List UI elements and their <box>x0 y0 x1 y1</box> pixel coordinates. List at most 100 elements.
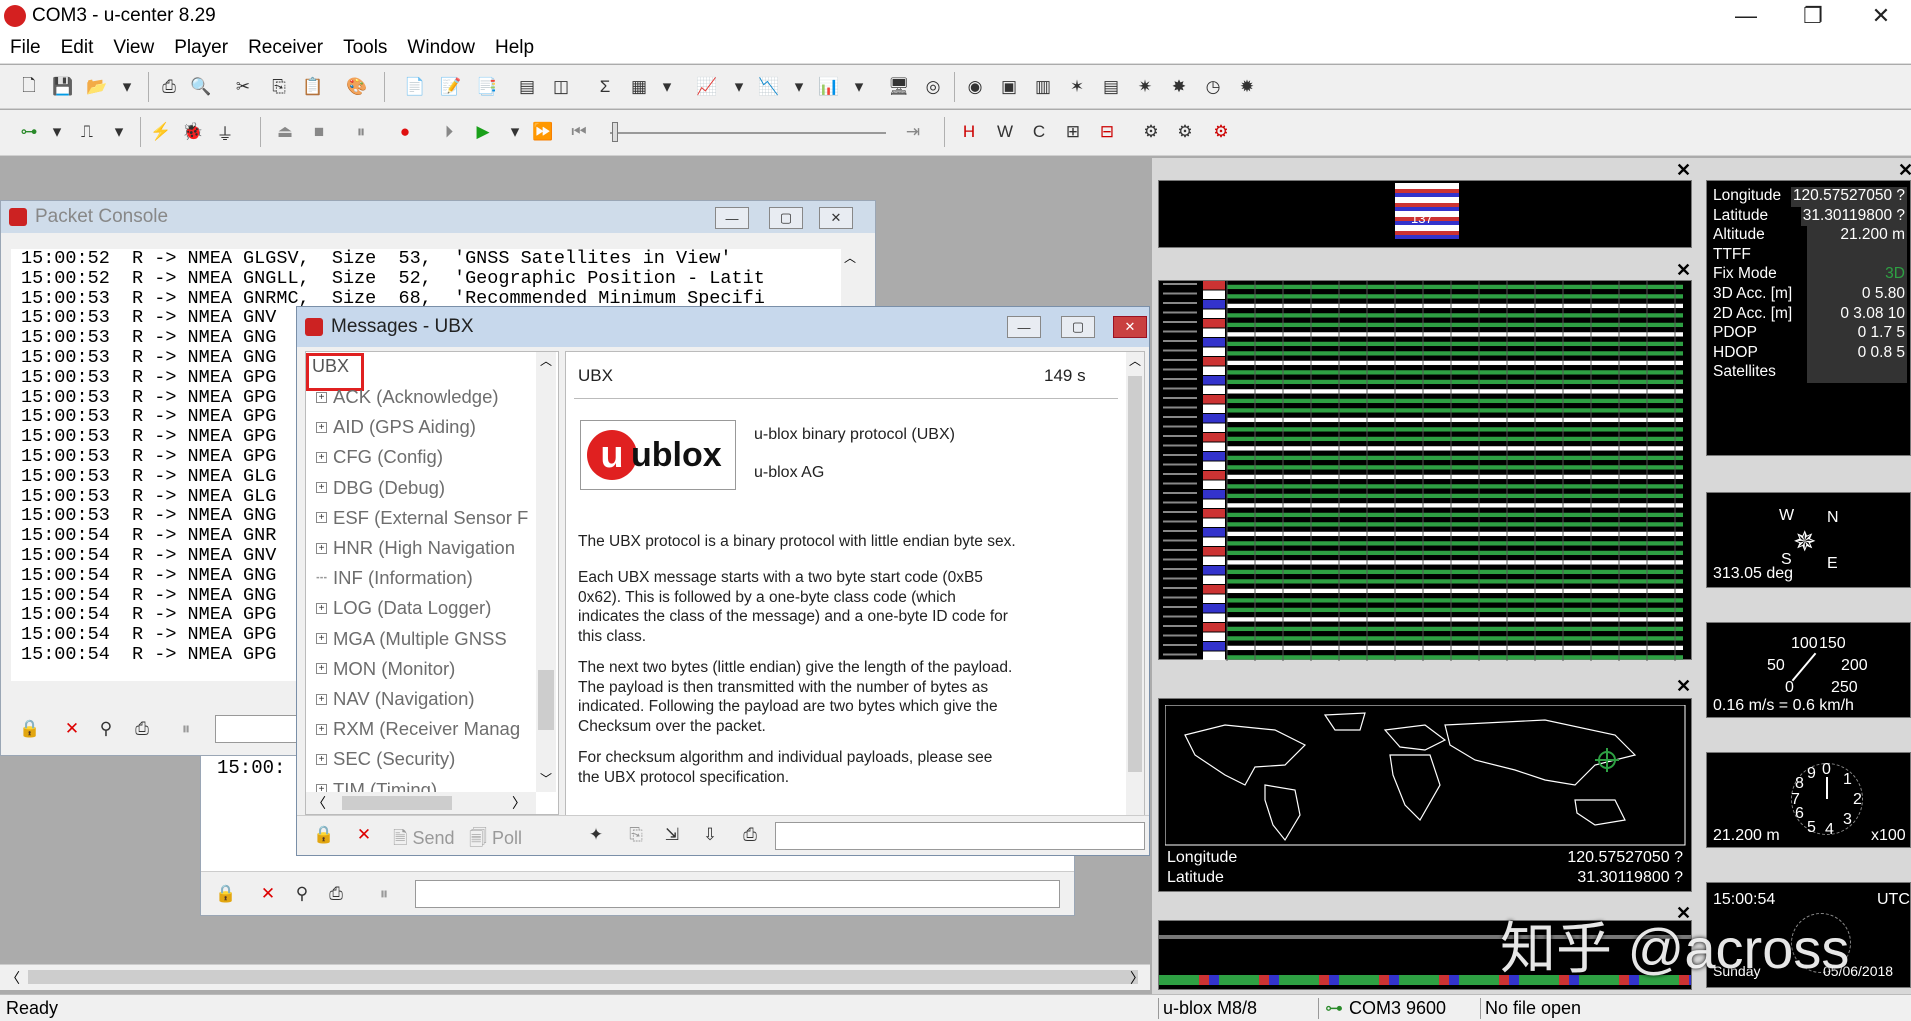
view-8-icon[interactable]: ◷ <box>1200 74 1226 100</box>
eject-icon[interactable]: ⏏ <box>272 119 298 145</box>
print-icon[interactable]: ⎙ <box>156 74 182 100</box>
minimize-button[interactable]: — <box>715 207 749 229</box>
chevron-down-icon[interactable]: ▾ <box>502 119 528 145</box>
tree-item[interactable]: + NAV (Navigation) <box>306 684 556 714</box>
clear-icon[interactable]: ✕ <box>59 716 85 742</box>
colors-icon[interactable]: 🎨 <box>344 74 370 100</box>
tree-hscrollbar[interactable]: 〈 〉 <box>306 792 536 814</box>
view-2-icon[interactable]: ▣ <box>996 74 1022 100</box>
chevron-down-icon[interactable]: ▾ <box>114 74 140 100</box>
expand-icon[interactable]: + <box>316 452 327 463</box>
lock-icon[interactable]: 🔒 <box>311 822 337 848</box>
view-5-icon[interactable]: ▤ <box>1098 74 1124 100</box>
mdi-hscrollbar[interactable]: 〈 〉 <box>0 964 1150 990</box>
minimize-button[interactable]: — <box>1716 0 1776 32</box>
minimize-button[interactable]: — <box>1007 316 1041 338</box>
view-3-icon[interactable]: ▥ <box>1030 74 1056 100</box>
menu-edit[interactable]: Edit <box>51 37 104 59</box>
expand-icon[interactable]: + <box>316 754 327 766</box>
doc-list-icon[interactable]: 📑 <box>474 74 500 100</box>
expand-icon[interactable]: + <box>316 421 327 433</box>
chevron-down-icon[interactable]: ▾ <box>44 119 70 145</box>
import-icon[interactable]: ⇲ <box>659 822 685 848</box>
tree-item[interactable]: + LOG (Data Logger) <box>306 593 556 623</box>
pause-icon[interactable]: ⏸ <box>173 716 199 742</box>
filter-icon[interactable]: ⚲ <box>289 881 315 907</box>
window-split-icon[interactable]: ▤ <box>514 74 540 100</box>
gear-icon[interactable]: ⚙ <box>1138 119 1164 145</box>
tree-vscrollbar[interactable]: ︿ ﹀ <box>536 352 556 792</box>
save-icon[interactable]: 💾 <box>50 74 76 100</box>
step-icon[interactable]: ⏵ <box>436 119 462 145</box>
tree-item[interactable]: + RXM (Receiver Manag <box>306 714 556 744</box>
close-icon[interactable]: ✕ <box>1676 160 1691 181</box>
filter-icon[interactable]: ⚲ <box>93 716 119 742</box>
baudrate-icon[interactable]: ⎍ <box>74 119 100 145</box>
tree-item[interactable]: + MGA (Multiple GNSS <box>306 624 556 654</box>
connection-icon[interactable]: ⊶ <box>16 119 42 145</box>
menu-player[interactable]: Player <box>164 37 238 59</box>
gear-save-icon[interactable]: ⚙ <box>1172 119 1198 145</box>
menu-view[interactable]: View <box>103 37 164 59</box>
playback-slider[interactable] <box>610 132 886 134</box>
hot-start-icon[interactable]: H <box>956 119 982 145</box>
menu-receiver[interactable]: Receiver <box>238 37 333 59</box>
chevron-down-icon[interactable]: ▾ <box>846 74 872 100</box>
expand-icon[interactable]: + <box>316 482 327 494</box>
tree-item[interactable]: + HNR (High Navigation <box>306 533 556 563</box>
copy-icon[interactable]: ⎘ <box>266 74 292 100</box>
close-button[interactable]: ✕ <box>1113 316 1147 338</box>
expand-icon[interactable]: + <box>316 663 327 675</box>
lock-icon[interactable]: 🔒 <box>213 881 239 907</box>
gear-reset-icon[interactable]: ⚙ <box>1208 119 1234 145</box>
cut-icon[interactable]: ✂ <box>230 74 256 100</box>
restore-button[interactable]: ▢ <box>769 207 803 229</box>
radar-icon[interactable]: ◎ <box>920 74 946 100</box>
tree-item[interactable]: + ACK (Acknowledge) <box>306 382 556 412</box>
chevron-down-icon[interactable]: ▾ <box>106 119 132 145</box>
print-icon[interactable]: ⎙ <box>129 716 155 742</box>
tree-item[interactable]: + SEC (Security) <box>306 744 556 774</box>
skip-end-icon[interactable]: ⇥ <box>900 119 926 145</box>
wizard-icon[interactable]: ✦ <box>583 822 609 848</box>
send-button[interactable]: 🗎 Send <box>393 826 455 856</box>
stop-icon[interactable]: ■ <box>306 119 332 145</box>
expand-icon[interactable]: + <box>316 542 327 554</box>
expand-icon[interactable]: + <box>316 633 327 645</box>
close-button[interactable]: ✕ <box>819 207 853 229</box>
new-file-icon[interactable]: 🗋 <box>16 74 42 100</box>
detail-vscrollbar[interactable]: ︿ <box>1126 352 1144 816</box>
chevron-down-icon[interactable]: ▾ <box>786 74 812 100</box>
config-del-icon[interactable]: ⊟ <box>1094 119 1120 145</box>
lock-icon[interactable]: 🔒 <box>17 716 43 742</box>
open-folder-icon[interactable]: 📂 <box>84 74 110 100</box>
clear-icon[interactable]: ✕ <box>351 822 377 848</box>
expand-icon[interactable]: + <box>316 512 327 524</box>
wizard-icon[interactable]: ⚡ <box>148 119 174 145</box>
copy-icon[interactable]: ⎘ <box>623 822 649 848</box>
view-7-icon[interactable]: ✸ <box>1166 74 1192 100</box>
messages-input[interactable] <box>775 822 1145 850</box>
pause-icon[interactable]: ⏸ <box>348 119 374 145</box>
print-preview-icon[interactable]: 🔍 <box>188 74 214 100</box>
packet-console-input[interactable] <box>215 715 305 743</box>
close-button[interactable]: ✕ <box>1851 0 1911 32</box>
close-icon[interactable]: ✕ <box>1676 260 1691 281</box>
playback-slider-thumb[interactable] <box>612 122 618 142</box>
expand-icon[interactable]: + <box>316 723 327 735</box>
tree-item[interactable]: + DBG (Debug) <box>306 473 556 503</box>
chart-icon[interactable]: 📈 <box>694 74 720 100</box>
poll-button[interactable]: 🗐 Poll <box>469 826 522 856</box>
expand-icon[interactable]: + <box>316 693 327 705</box>
menu-help[interactable]: Help <box>485 37 544 59</box>
sigma-icon[interactable]: Σ <box>592 74 618 100</box>
fast-forward-icon[interactable]: ⏩ <box>530 119 556 145</box>
restore-button[interactable]: ▢ <box>1061 316 1095 338</box>
close-icon[interactable]: ✕ <box>1898 160 1911 181</box>
clear-icon[interactable]: ✕ <box>255 881 281 907</box>
cold-start-icon[interactable]: C <box>1026 119 1052 145</box>
config-add-icon[interactable]: ⊞ <box>1060 119 1086 145</box>
print-icon[interactable]: ⎙ <box>737 822 763 848</box>
record-icon[interactable]: ● <box>392 119 418 145</box>
close-icon[interactable]: ✕ <box>1676 676 1691 697</box>
